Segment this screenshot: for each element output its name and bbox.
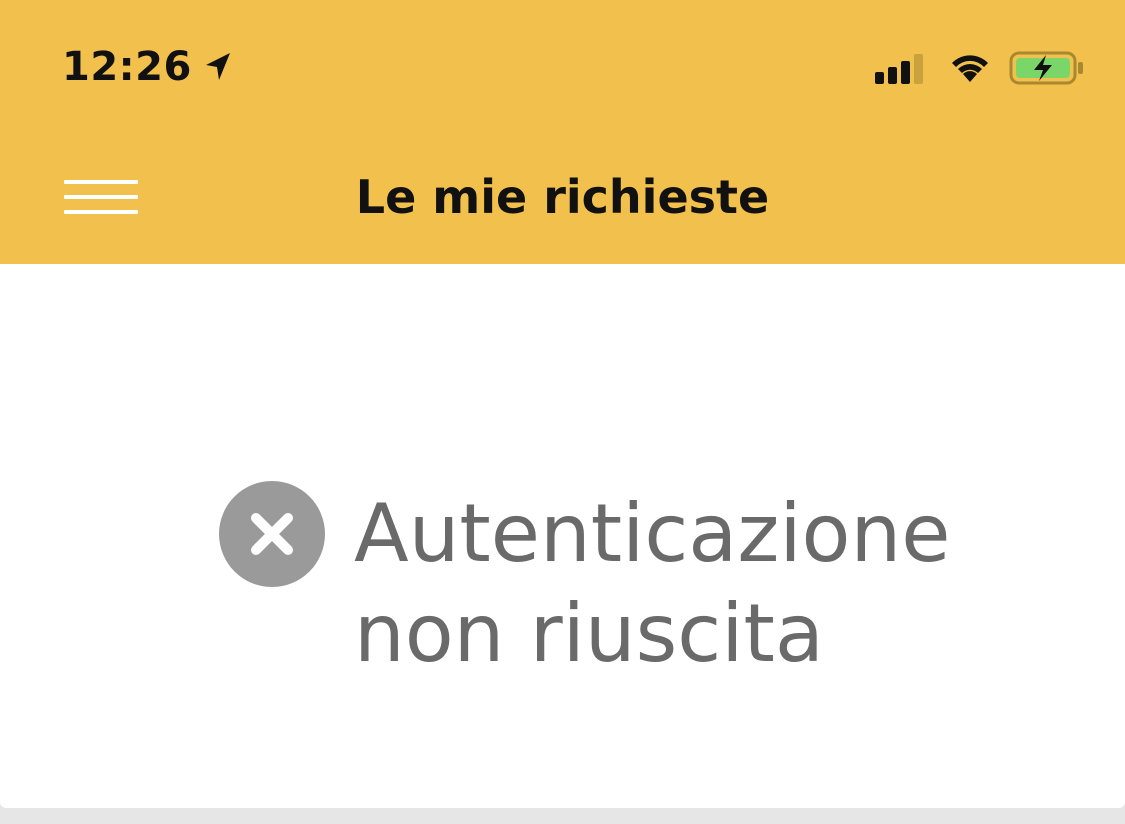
wifi-icon [949, 52, 991, 84]
close-circle-icon [218, 480, 326, 588]
battery-charging-icon [1009, 50, 1085, 86]
cellular-signal-icon [875, 52, 927, 84]
status-bar-right [875, 50, 1085, 86]
location-arrow-icon [204, 51, 232, 83]
app-screen: 12:26 Le mie richieste Autenticazione no… [0, 0, 1125, 824]
error-message-block: Autenticazione non riuscita [218, 480, 974, 684]
error-message: Autenticazione non riuscita [354, 487, 951, 680]
header-bar: 12:26 Le mie richieste [0, 0, 1125, 264]
page-title: Le mie richieste [355, 170, 770, 224]
status-bar-left: 12:26 [62, 44, 232, 90]
status-time: 12:26 [62, 44, 192, 90]
